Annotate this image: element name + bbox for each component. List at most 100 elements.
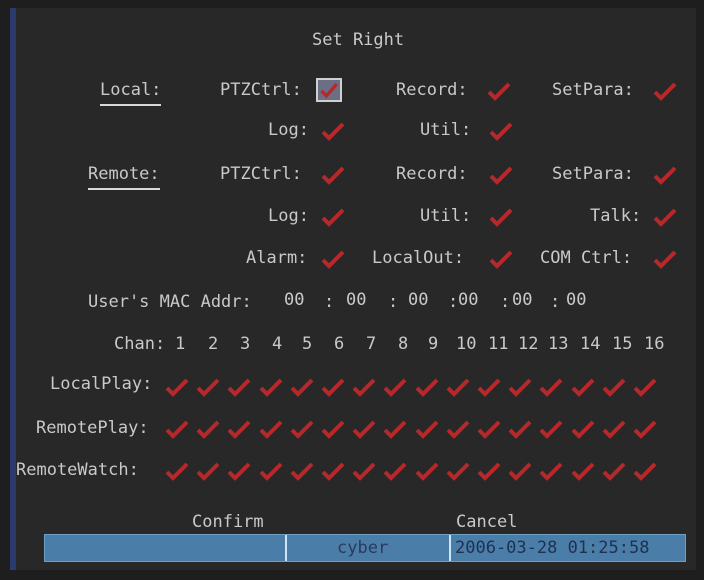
remote-talk-checkbox[interactable] [652,206,678,228]
remotewatch-checkbox[interactable] [570,460,596,482]
remoteplay-checkbox[interactable] [507,418,533,440]
remoteplay-checkbox[interactable] [476,418,502,440]
local-record-label: Record: [396,80,468,100]
localplay-checkbox[interactable] [289,376,315,398]
remotewatch-checkbox[interactable] [258,460,284,482]
mac-separator: : [324,292,335,312]
check-icon [259,378,283,397]
check-icon [227,420,251,439]
remotewatch-checkbox[interactable] [289,460,315,482]
confirm-button[interactable]: Confirm [192,512,264,532]
local-label: Local: [100,80,162,106]
remote-record-label: Record: [396,164,468,184]
remote-ptz-checkbox[interactable] [320,164,346,186]
remote-comctrl-checkbox[interactable] [652,248,678,270]
remotewatch-checkbox[interactable] [195,460,221,482]
mac-octet[interactable]: 00 [284,290,304,310]
localplay-checkbox[interactable] [445,376,471,398]
remoteplay-checkbox[interactable] [538,418,564,440]
check-icon [165,420,189,439]
localplay-checkbox[interactable] [570,376,596,398]
remotewatch-checkbox[interactable] [601,460,627,482]
mac-octet[interactable]: 00 [458,290,478,310]
status-datetime: 2006-03-28 01:25:58 [455,538,650,558]
check-icon [602,378,626,397]
remoteplay-checkbox[interactable] [351,418,377,440]
status-user: cyber [337,538,389,558]
check-icon [321,462,345,481]
check-icon [196,420,220,439]
remoteplay-checkbox[interactable] [632,418,658,440]
remotewatch-label: RemoteWatch: [16,460,139,480]
mac-octet[interactable]: 00 [346,290,366,310]
remoteplay-checkbox[interactable] [601,418,627,440]
localplay-checkbox[interactable] [414,376,440,398]
remotewatch-checkbox[interactable] [632,460,658,482]
remote-record-checkbox[interactable] [488,164,514,186]
remoteplay-checkbox[interactable] [226,418,252,440]
local-setpara-checkbox[interactable] [652,80,678,102]
localplay-checkbox[interactable] [258,376,284,398]
localplay-checkbox[interactable] [476,376,502,398]
localplay-checkbox[interactable] [164,376,190,398]
remote-util-checkbox[interactable] [488,206,514,228]
check-icon [227,378,251,397]
remotewatch-checkbox[interactable] [476,460,502,482]
channel-label: Chan: [114,334,166,354]
dialog-title: Set Right [312,30,405,50]
remoteplay-checkbox[interactable] [445,418,471,440]
check-icon [352,420,376,439]
remote-alarm-checkbox[interactable] [320,248,346,270]
remotewatch-checkbox[interactable] [351,460,377,482]
remote-ptz-label: PTZCtrl: [220,164,302,184]
check-icon [446,420,470,439]
remoteplay-checkbox[interactable] [570,418,596,440]
localplay-checkbox[interactable] [382,376,408,398]
localplay-checkbox[interactable] [538,376,564,398]
localplay-checkbox[interactable] [601,376,627,398]
check-icon [539,462,563,481]
remotewatch-checkbox[interactable] [538,460,564,482]
mac-octet[interactable]: 00 [408,290,428,310]
check-icon [290,462,314,481]
localplay-checkbox[interactable] [632,376,658,398]
remotewatch-checkbox[interactable] [320,460,346,482]
check-icon [602,462,626,481]
check-icon [508,462,532,481]
remotewatch-checkbox[interactable] [164,460,190,482]
localplay-checkbox[interactable] [320,376,346,398]
remotewatch-checkbox[interactable] [414,460,440,482]
remoteplay-checkbox[interactable] [258,418,284,440]
cancel-button[interactable]: Cancel [456,512,517,532]
local-log-checkbox[interactable] [320,120,346,142]
check-icon [259,420,283,439]
remotewatch-checkbox[interactable] [507,460,533,482]
local-ptz-checkbox[interactable] [316,78,342,102]
mac-octet[interactable]: 00 [566,290,586,310]
mac-octet[interactable]: 00 [512,290,532,310]
channel-number: 6 [334,334,345,354]
remoteplay-checkbox[interactable] [382,418,408,440]
channel-number: 7 [366,334,377,354]
remoteplay-checkbox[interactable] [164,418,190,440]
status-bar: cyber 2006-03-28 01:25:58 [44,534,686,562]
remotewatch-checkbox[interactable] [382,460,408,482]
localplay-checkbox[interactable] [226,376,252,398]
remote-localout-checkbox[interactable] [488,248,514,270]
remotewatch-checkbox[interactable] [226,460,252,482]
localplay-checkbox[interactable] [195,376,221,398]
remotewatch-checkbox[interactable] [445,460,471,482]
remoteplay-checkbox[interactable] [320,418,346,440]
local-record-checkbox[interactable] [486,80,512,102]
remoteplay-checkbox[interactable] [289,418,315,440]
remote-setpara-checkbox[interactable] [652,164,678,186]
remoteplay-checkbox[interactable] [414,418,440,440]
remoteplay-checkbox[interactable] [195,418,221,440]
localplay-checkbox[interactable] [351,376,377,398]
check-icon [446,462,470,481]
remote-alarm-label: Alarm: [246,248,308,268]
check-icon [446,378,470,397]
local-util-checkbox[interactable] [488,120,514,142]
localplay-checkbox[interactable] [507,376,533,398]
remote-log-checkbox[interactable] [320,206,346,228]
